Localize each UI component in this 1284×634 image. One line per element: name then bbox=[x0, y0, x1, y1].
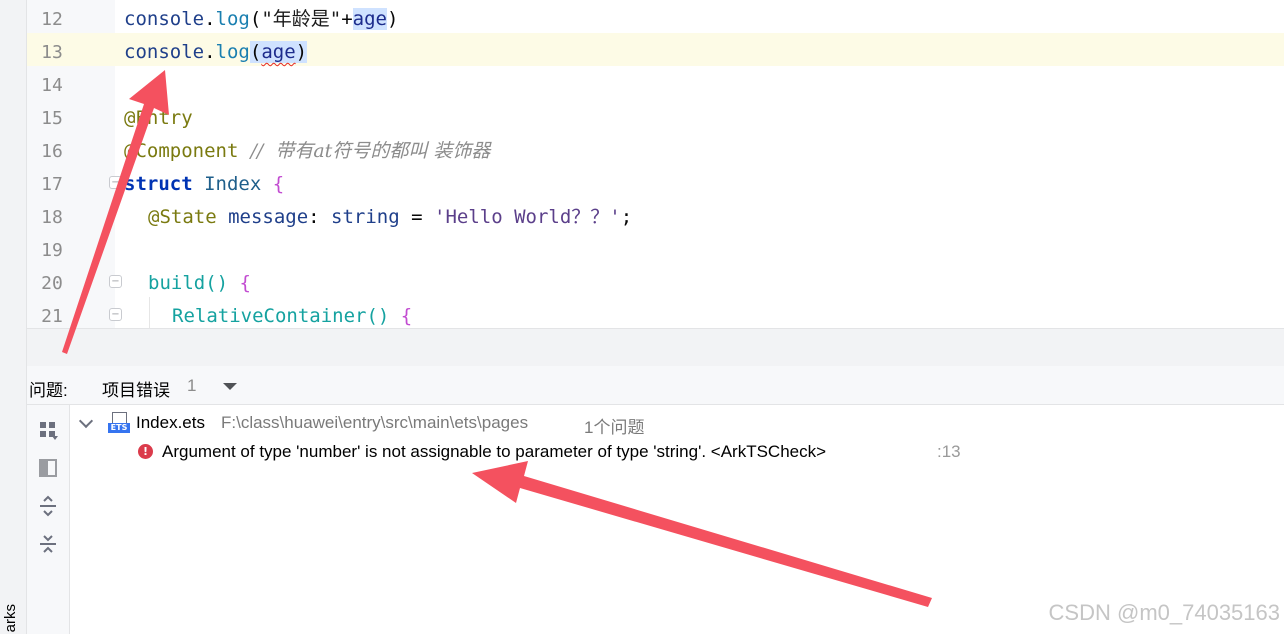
line-number: 13 bbox=[27, 33, 77, 66]
fold-toggle-icon[interactable]: − bbox=[109, 308, 122, 321]
expand-all-icon[interactable] bbox=[37, 495, 59, 517]
panel-splitter[interactable] bbox=[27, 328, 1284, 367]
line-number: 21 bbox=[41, 306, 63, 327]
problems-toolbar bbox=[27, 405, 70, 634]
problems-panel-header: 问题: 项目错误 1 bbox=[27, 366, 1284, 405]
chevron-down-icon[interactable] bbox=[223, 383, 237, 390]
code-text: console.log(age) bbox=[124, 41, 308, 63]
line-number: 19 bbox=[41, 240, 63, 261]
line-number: 14 bbox=[41, 75, 63, 96]
chevron-down-icon[interactable] bbox=[78, 413, 94, 429]
code-text: console.log("年龄是"+age) bbox=[124, 8, 399, 30]
bookmarks-tool-label[interactable]: arks bbox=[2, 604, 22, 632]
code-line-20[interactable]: 20 − build() { bbox=[27, 264, 1284, 297]
line-number: 15 bbox=[41, 108, 63, 129]
code-text: struct Index { bbox=[124, 173, 285, 195]
fold-toggle-icon[interactable]: − bbox=[109, 176, 122, 189]
file-issue-count: 1个问题 bbox=[584, 418, 645, 437]
code-editor[interactable]: 12 console.log("年龄是"+age) 13 console.log… bbox=[27, 0, 1284, 328]
indent-guide bbox=[149, 297, 150, 328]
preview-pane-icon[interactable] bbox=[37, 457, 59, 479]
error-icon: ! bbox=[138, 444, 153, 459]
line-number: 17 bbox=[41, 174, 63, 195]
line-number: 16 bbox=[41, 141, 63, 162]
code-line-14[interactable]: 14 bbox=[27, 66, 1284, 99]
error-line-ref: :13 bbox=[937, 442, 961, 461]
code-text: build() { bbox=[148, 272, 251, 294]
line-number: 18 bbox=[41, 207, 63, 228]
left-tool-strip: arks bbox=[0, 0, 27, 634]
code-line-13-current[interactable]: 13 console.log(age) bbox=[27, 33, 1284, 66]
code-line-21[interactable]: 21 − RelativeContainer() { bbox=[27, 297, 1284, 328]
problems-panel-title: 问题: bbox=[29, 381, 68, 400]
code-line-19[interactable]: 19 bbox=[27, 231, 1284, 264]
tab-project-errors[interactable]: 项目错误 bbox=[102, 376, 170, 401]
line-number: 12 bbox=[41, 9, 63, 30]
code-text: RelativeContainer() { bbox=[172, 305, 413, 327]
code-text: @Component // 带有at符号的都叫 装饰器 bbox=[124, 140, 491, 162]
collapse-all-icon[interactable] bbox=[37, 533, 59, 555]
file-name: Index.ets bbox=[136, 413, 205, 432]
line-number: 20 bbox=[41, 273, 63, 294]
code-line-15[interactable]: 15 @Entry bbox=[27, 99, 1284, 132]
watermark: CSDN @m0_74035163 bbox=[1048, 600, 1280, 625]
error-squiggle: age bbox=[261, 41, 296, 63]
group-by-icon[interactable] bbox=[37, 419, 59, 441]
code-line-17[interactable]: 17 − struct Index { bbox=[27, 165, 1284, 198]
code-text: @Entry bbox=[124, 107, 193, 129]
code-text: @State message: string = 'Hello World？？'… bbox=[148, 206, 633, 228]
code-comment: // 带有at符号的都叫 装饰器 bbox=[238, 140, 491, 162]
code-line-18[interactable]: 18 @State message: string = 'Hello World… bbox=[27, 198, 1284, 231]
fold-toggle-icon[interactable]: − bbox=[109, 275, 122, 288]
ets-file-icon: ETS bbox=[108, 412, 130, 434]
file-path: F:\class\huawei\entry\src\main\ets\pages bbox=[221, 413, 529, 432]
tab-error-count: 1 bbox=[187, 376, 197, 395]
error-message: Argument of type 'number' is not assigna… bbox=[162, 442, 827, 461]
code-line-16[interactable]: 16 @Component // 带有at符号的都叫 装饰器 bbox=[27, 132, 1284, 165]
code-line-12[interactable]: 12 console.log("年龄是"+age) bbox=[27, 0, 1284, 33]
